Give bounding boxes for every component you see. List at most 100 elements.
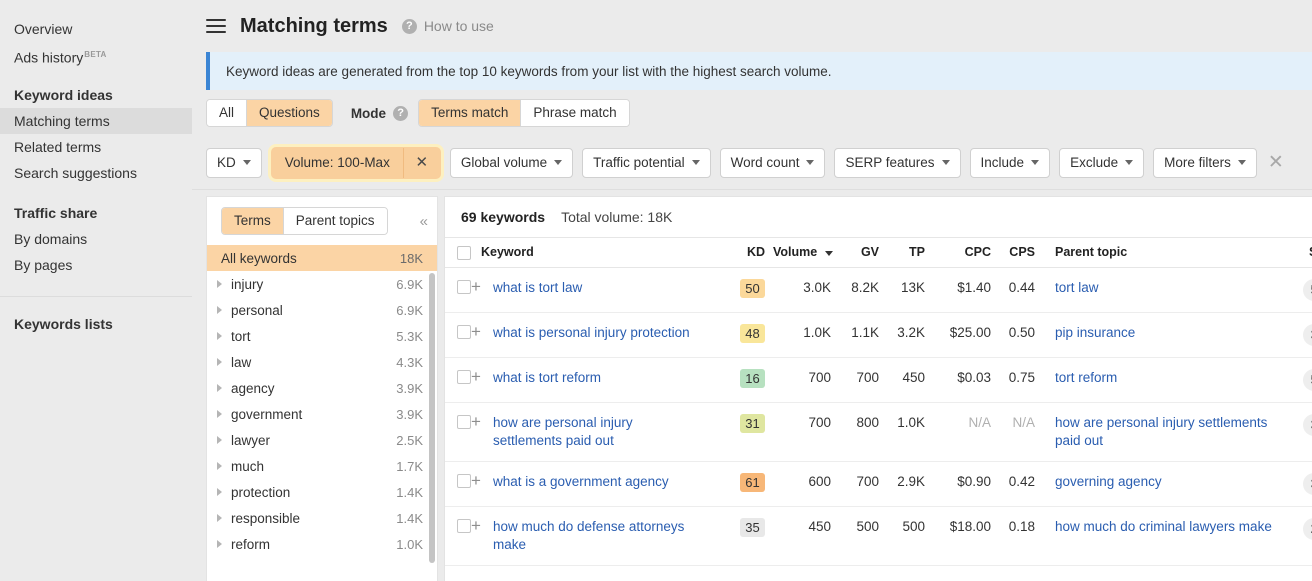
add-keyword-icon[interactable]: + [471,518,484,534]
cell-cpc: N/A [935,402,997,461]
table-row[interactable]: + what is personal injury protection 48 … [445,312,1312,357]
mode-toggle-terms-match[interactable]: Terms match [419,100,521,126]
terms-list[interactable]: All keywords 18K injury 6.9K personal 6.… [207,245,437,581]
table-row[interactable]: + what is tort law 50 3.0K 8.2K 13K $1.4… [445,267,1312,312]
type-toggle-all[interactable]: All [207,100,247,126]
terms-row-count: 2.5K [396,433,423,448]
column-volume[interactable]: Volume [773,238,837,268]
terms-row[interactable]: reform 1.0K [207,531,437,557]
filter-global-volume[interactable]: Global volume [450,148,573,178]
chevron-right-icon[interactable] [217,436,222,444]
filter-include[interactable]: Include [970,148,1051,178]
column-parent-topic[interactable]: Parent topic [1043,238,1293,268]
row-checkbox[interactable] [457,474,471,488]
row-checkbox[interactable] [457,415,471,429]
add-keyword-icon[interactable]: + [471,279,484,295]
chevron-right-icon[interactable] [217,306,222,314]
terms-row[interactable]: government 3.9K [207,401,437,427]
clear-all-filters-icon[interactable]: ✕ [1268,153,1284,172]
chevron-down-icon [1031,160,1039,165]
add-keyword-icon[interactable]: + [471,414,484,430]
row-checkbox[interactable] [457,519,471,533]
chevron-right-icon[interactable] [217,358,222,366]
add-keyword-icon[interactable]: + [471,369,484,385]
keyword-link[interactable]: how are personal injury settlements paid… [493,414,673,450]
info-banner-text: Keyword ideas are generated from the top… [226,64,832,79]
parent-topic-link[interactable]: how much do criminal lawyers make [1055,519,1272,534]
parent-topic-link[interactable]: tort law [1055,280,1099,295]
filter-more-filters[interactable]: More filters [1153,148,1257,178]
table-row[interactable]: + what is tort reform 16 700 700 450 $0.… [445,357,1312,402]
chevron-right-icon[interactable] [217,488,222,496]
row-checkbox[interactable] [457,370,471,384]
terms-row[interactable]: tort 5.3K [207,323,437,349]
close-icon[interactable]: ✕ [404,148,440,178]
hamburger-icon[interactable] [206,19,226,33]
chevron-right-icon[interactable] [217,462,222,470]
add-keyword-icon[interactable]: + [471,324,484,340]
row-checkbox[interactable] [457,280,471,294]
terms-row-all-keywords[interactable]: All keywords 18K [207,245,437,271]
terms-row[interactable]: law 4.3K [207,349,437,375]
keyword-link[interactable]: what is personal injury protection [493,324,690,342]
terms-row[interactable]: lawyer 2.5K [207,427,437,453]
type-toggle-questions[interactable]: Questions [247,100,332,126]
terms-row[interactable]: protection 1.4K [207,479,437,505]
filter-exclude[interactable]: Exclude [1059,148,1144,178]
sidebar-item-ads-history[interactable]: Ads historyBETA [0,42,192,68]
parent-topic-link[interactable]: tort reform [1055,370,1117,385]
filter-traffic-potential[interactable]: Traffic potential [582,148,711,178]
sidebar-item-overview[interactable]: Overview [0,16,192,42]
chevron-right-icon[interactable] [217,384,222,392]
chevron-right-icon[interactable] [217,540,222,548]
sidebar-item-search-suggestions[interactable]: Search suggestions [0,160,192,186]
chevron-right-icon[interactable] [217,280,222,288]
keyword-link[interactable]: what is tort reform [493,369,601,387]
cell-parent-topic: pip insurance [1043,312,1293,357]
tab-parent-topics[interactable]: Parent topics [284,208,387,234]
sidebar-item-by-domains[interactable]: By domains [0,226,192,252]
filter-volume-active[interactable]: Volume: 100-Max ✕ [271,147,441,179]
terms-row[interactable]: much 1.7K [207,453,437,479]
column-kd[interactable]: KD [729,238,773,268]
parent-topic-link[interactable]: governing agency [1055,474,1162,489]
question-mark-icon[interactable]: ? [393,106,408,121]
filter-serp-features[interactable]: SERP features [834,148,960,178]
chevron-down-icon [1125,160,1133,165]
terms-row[interactable]: responsible 1.4K [207,505,437,531]
chevron-right-icon[interactable] [217,514,222,522]
tab-terms[interactable]: Terms [222,208,284,234]
terms-row[interactable]: injury 6.9K [207,271,437,297]
row-checkbox[interactable] [457,325,471,339]
sidebar-item-by-pages[interactable]: By pages [0,252,192,278]
terms-row[interactable]: personal 6.9K [207,297,437,323]
chevron-double-left-icon[interactable]: « [420,213,429,230]
terms-list-scrollbar[interactable] [429,273,435,563]
chevron-right-icon[interactable] [217,410,222,418]
sidebar-item-matching-terms[interactable]: Matching terms [0,108,192,134]
mode-toggle-phrase-match[interactable]: Phrase match [521,100,628,126]
table-row[interactable]: + how much do defense attorneys make 35 … [445,506,1312,565]
keyword-link[interactable]: what is tort law [493,279,582,297]
filter-kd[interactable]: KD [206,148,262,178]
parent-topic-link[interactable]: pip insurance [1055,325,1135,340]
table-row[interactable]: + what is a government agency 61 600 700… [445,461,1312,506]
column-cps[interactable]: CPS [997,238,1043,268]
keyword-link[interactable]: how much do defense attorneys make [493,518,693,554]
column-sf[interactable]: SF [1293,238,1312,268]
add-keyword-icon[interactable]: + [471,473,484,489]
column-tp[interactable]: TP [883,238,935,268]
select-all-checkbox[interactable] [457,246,471,260]
how-to-use-link[interactable]: ? How to use [402,18,494,34]
column-gv[interactable]: GV [837,238,883,268]
chevron-right-icon[interactable] [217,332,222,340]
column-cpc[interactable]: CPC [935,238,997,268]
parent-topic-link[interactable]: how are personal injury settlements paid… [1055,415,1267,448]
table-row[interactable]: + how are personal injury settlements pa… [445,402,1312,461]
keyword-link[interactable]: what is a government agency [493,473,669,491]
cell-cpc: $18.00 [935,506,997,565]
filter-word-count[interactable]: Word count [720,148,826,178]
terms-row[interactable]: agency 3.9K [207,375,437,401]
sidebar-item-related-terms[interactable]: Related terms [0,134,192,160]
column-keyword[interactable]: Keyword [471,238,729,268]
